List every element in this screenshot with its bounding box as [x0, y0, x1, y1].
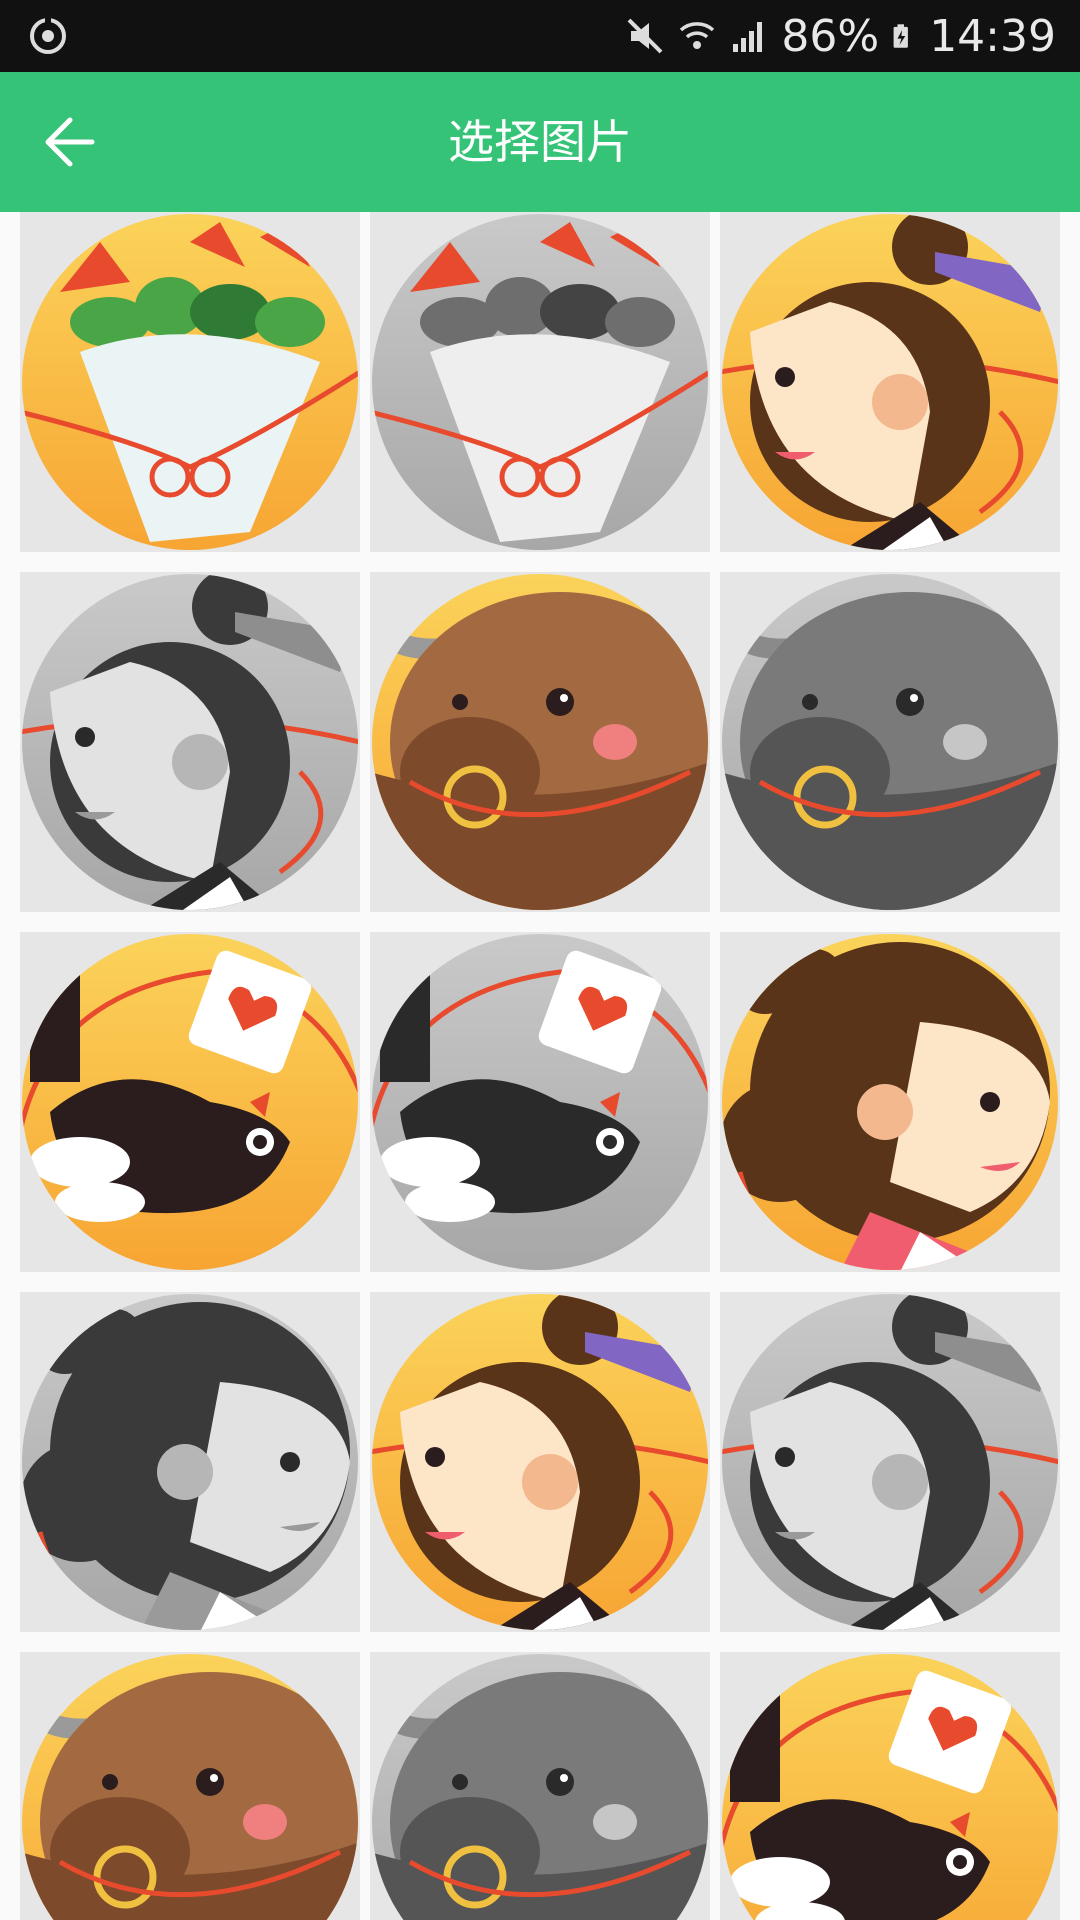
image-tile-ox-gray[interactable]: [720, 572, 1060, 912]
flower-bouquet-image: [370, 212, 710, 552]
sync-icon: [30, 16, 66, 54]
signal-icon: [733, 22, 763, 52]
image-tile-magpie-color[interactable]: [20, 932, 360, 1272]
image-tile-magpie-color[interactable]: [720, 1652, 1060, 1920]
magpie-image: [720, 1652, 1060, 1920]
girl-image: [20, 1292, 360, 1632]
image-tile-boy-gray[interactable]: [20, 572, 360, 912]
boy-image: [720, 212, 1060, 552]
girl-image: [720, 932, 1060, 1272]
battery-percent: 86%: [781, 10, 880, 62]
image-tile-boy-color[interactable]: [720, 212, 1060, 552]
ox-image: [370, 572, 710, 912]
boy-image: [370, 1292, 710, 1632]
status-bar: 86% 14:39: [0, 0, 1080, 72]
clock: 14:39: [929, 10, 1056, 62]
image-tile-ox-gray[interactable]: [370, 1652, 710, 1920]
boy-image: [20, 572, 360, 912]
mute-icon: [627, 18, 663, 54]
ox-image: [20, 1652, 360, 1920]
ox-image: [370, 1652, 710, 1920]
flower-bouquet-image: [20, 212, 360, 552]
image-tile-ox-color[interactable]: [370, 572, 710, 912]
boy-image: [720, 1292, 1060, 1632]
magpie-image: [20, 932, 360, 1272]
image-tile-ox-color[interactable]: [20, 1652, 360, 1920]
arrow-left-icon[interactable]: [36, 110, 100, 174]
page-title: 选择图片: [448, 115, 632, 169]
ox-image: [720, 572, 1060, 912]
image-tile-boy-color[interactable]: [370, 1292, 710, 1632]
image-tile-girl-gray[interactable]: [20, 1292, 360, 1632]
image-tile-magpie-gray[interactable]: [370, 932, 710, 1272]
wifi-icon: [680, 22, 715, 49]
image-tile-flower-bouquet-gray[interactable]: [370, 212, 710, 552]
image-grid: [20, 212, 1060, 1920]
image-tile-girl-color[interactable]: [720, 932, 1060, 1272]
magpie-image: [370, 932, 710, 1272]
image-tile-flower-bouquet-color[interactable]: [20, 212, 360, 552]
status-right: 86% 14:39: [625, 0, 1056, 72]
battery-charging-icon: [893, 24, 909, 48]
image-tile-boy-gray[interactable]: [720, 1292, 1060, 1632]
app-bar: 选择图片: [0, 72, 1080, 212]
